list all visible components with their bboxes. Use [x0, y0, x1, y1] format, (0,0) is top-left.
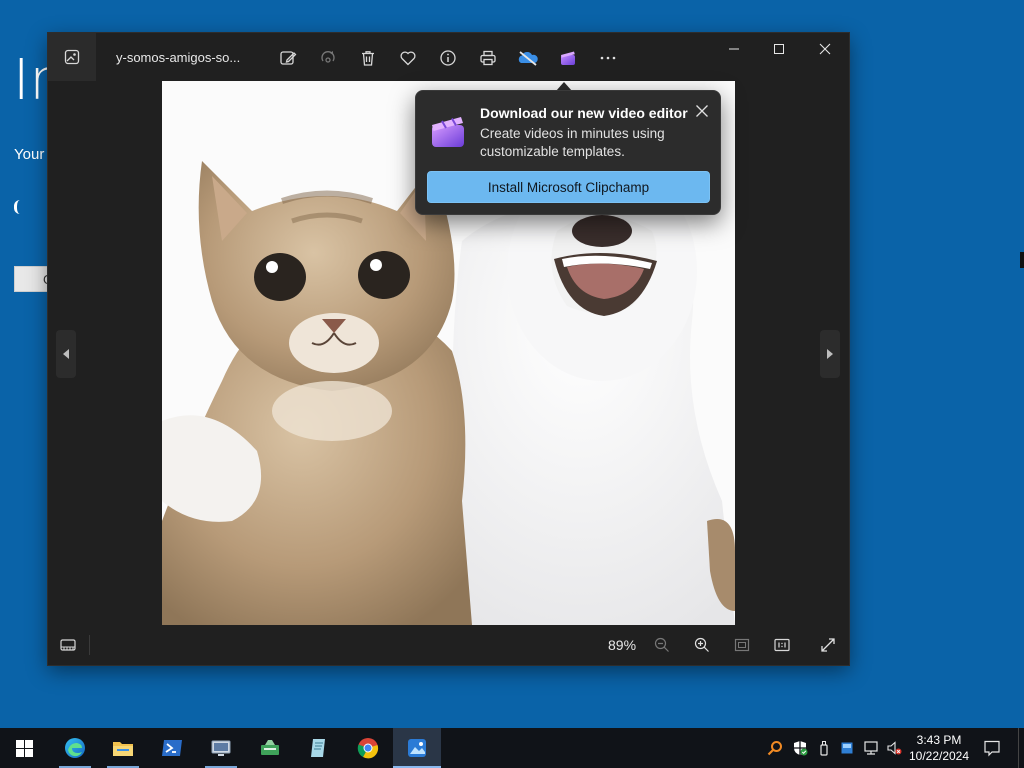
taskbar-remote-desktop[interactable] — [197, 728, 245, 768]
install-clipchamp-button[interactable]: Install Microsoft Clipchamp — [427, 171, 710, 203]
tray-network[interactable] — [862, 739, 880, 757]
minimize-button[interactable] — [711, 33, 757, 65]
maximize-button[interactable] — [756, 33, 802, 65]
volume-muted-icon — [887, 741, 902, 755]
shield-icon — [794, 741, 808, 756]
more-icon — [600, 56, 616, 60]
filmstrip-icon — [60, 639, 76, 651]
show-desktop-button[interactable] — [1018, 728, 1024, 768]
popup-title: Download our new video editor — [480, 105, 688, 121]
zoom-level: 89% — [608, 637, 637, 653]
previous-image-button[interactable] — [56, 330, 76, 378]
mouse-cursor — [1020, 252, 1024, 268]
drive-icon — [841, 742, 853, 754]
maximize-icon — [774, 44, 784, 54]
zoom-in-button[interactable] — [690, 633, 714, 657]
onedrive-icon — [518, 51, 538, 66]
network-tool-icon — [261, 740, 279, 755]
edge-icon — [65, 738, 85, 758]
photos-app-icon[interactable] — [48, 33, 96, 81]
powershell-icon — [162, 740, 182, 756]
tray-usb-device[interactable] — [815, 739, 833, 757]
close-icon — [696, 105, 708, 117]
onedrive-button[interactable] — [512, 45, 544, 71]
file-name: y-somos-amigos-so... — [116, 50, 241, 65]
tray-security[interactable] — [791, 739, 809, 757]
status-bar: 89% — [48, 625, 849, 665]
zoom-out-button[interactable] — [650, 633, 674, 657]
folder-icon — [113, 742, 133, 756]
taskbar-edge[interactable] — [51, 728, 99, 768]
taskbar-photos[interactable] — [393, 728, 441, 768]
usb-icon — [820, 741, 828, 756]
rotate-icon — [321, 51, 335, 63]
zoom-in-icon — [694, 637, 709, 652]
next-image-button[interactable] — [820, 330, 840, 378]
actual-size-icon — [774, 638, 790, 652]
actual-size-button[interactable] — [770, 633, 794, 657]
taskbar-network-tool[interactable] — [246, 728, 294, 768]
photos-icon — [408, 739, 426, 757]
fit-to-window-button[interactable] — [730, 633, 754, 657]
zoom-out-icon — [654, 637, 669, 652]
edit-image-button[interactable] — [272, 45, 304, 71]
taskbar-chrome[interactable] — [344, 728, 392, 768]
notification-icon — [984, 740, 1000, 757]
phone-icon — [14, 200, 22, 214]
delete-icon — [362, 51, 374, 66]
chevron-left-icon — [63, 349, 69, 359]
popup-close-button[interactable] — [692, 101, 712, 121]
fit-window-icon — [734, 638, 750, 652]
clipchamp-logo-icon — [432, 117, 464, 147]
popup-description: Create videos in minutes using customiza… — [480, 126, 665, 159]
magnifier-icon — [767, 741, 782, 756]
clock-date: 10/22/2024 — [908, 749, 970, 763]
printer-icon — [480, 50, 496, 66]
title-bar: y-somos-amigos-so... — [48, 33, 849, 81]
clipchamp-icon — [561, 51, 575, 65]
favorite-button[interactable] — [392, 45, 424, 71]
system-clock[interactable]: 3:43 PM 10/22/2024 — [903, 732, 975, 764]
notepad-icon — [311, 739, 325, 757]
desktop-text-fragment: Your — [14, 146, 45, 163]
edit-image-icon — [280, 51, 297, 65]
start-button[interactable] — [0, 728, 48, 768]
delete-button[interactable] — [352, 45, 384, 71]
clipchamp-button[interactable] — [552, 45, 584, 71]
filmstrip-button[interactable] — [56, 633, 80, 657]
more-options-button[interactable] — [592, 45, 624, 71]
print-button[interactable] — [472, 45, 504, 71]
image-icon — [64, 49, 80, 65]
chevron-right-icon — [827, 349, 833, 359]
tray-storage[interactable] — [838, 739, 856, 757]
full-screen-button[interactable] — [816, 633, 840, 657]
heart-icon — [400, 51, 416, 66]
clipchamp-promo-popup: Download our new video editor Create vid… — [415, 90, 721, 215]
notification-center-button[interactable] — [978, 736, 1006, 760]
taskbar: 3:43 PM 10/22/2024 — [0, 728, 1024, 768]
windows-logo-icon — [15, 739, 33, 757]
remote-desktop-icon — [211, 740, 231, 756]
close-window-button[interactable] — [802, 33, 848, 65]
tray-search-indicator[interactable] — [766, 739, 784, 757]
minimize-icon — [729, 48, 739, 50]
rotate-button[interactable] — [312, 45, 344, 71]
taskbar-notepad[interactable] — [295, 728, 343, 768]
network-icon — [864, 741, 878, 755]
clock-time: 3:43 PM — [916, 733, 962, 747]
info-icon — [440, 50, 456, 66]
chrome-icon — [357, 738, 379, 759]
info-button[interactable] — [432, 45, 464, 71]
divider — [89, 635, 90, 655]
tray-volume[interactable] — [885, 739, 903, 757]
close-icon — [819, 43, 831, 55]
taskbar-powershell[interactable] — [148, 728, 196, 768]
taskbar-file-explorer[interactable] — [99, 728, 147, 768]
expand-icon — [821, 638, 835, 652]
